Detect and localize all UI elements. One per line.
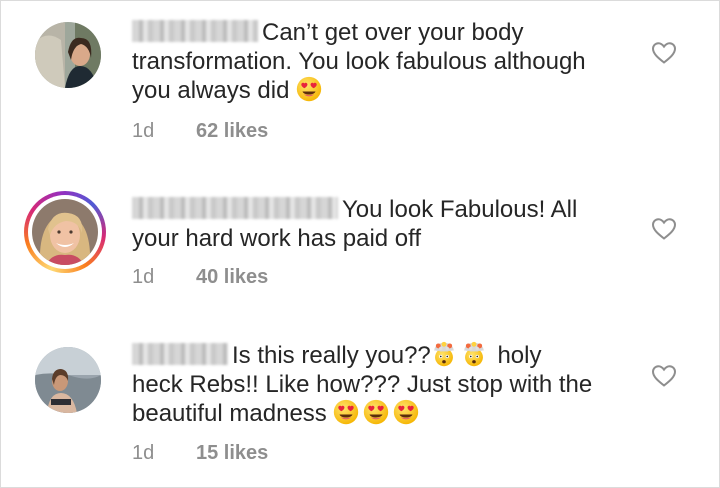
comment-text-line: Can’t get over your body xyxy=(262,19,524,46)
comment-text: You look Fabulous! All your hard work ha… xyxy=(132,195,632,253)
comment-meta: 1d 15 likes xyxy=(132,442,268,465)
heart-eyes-emoji xyxy=(363,399,389,425)
exploding-head-emoji xyxy=(431,341,457,367)
comment-meta: 1d 40 likes xyxy=(132,266,268,289)
avatar xyxy=(32,199,98,265)
heart-eyes-emoji xyxy=(333,399,359,425)
avatar[interactable] xyxy=(35,347,101,413)
username-blurred[interactable] xyxy=(132,20,258,42)
comment-text-line: you always did xyxy=(132,77,290,104)
comment-time: 1d xyxy=(132,442,155,464)
comment-text-line: holy xyxy=(497,342,542,369)
heart-outline-icon[interactable] xyxy=(651,364,677,388)
heart-outline-icon[interactable] xyxy=(651,41,677,65)
username-blurred[interactable] xyxy=(132,343,228,365)
comment-text-line: beautiful madness xyxy=(132,400,327,427)
exploding-head-emoji xyxy=(461,341,487,367)
avatar[interactable] xyxy=(35,22,101,88)
comment-time: 1d xyxy=(132,120,155,142)
likes-count[interactable]: 62 likes xyxy=(196,120,268,142)
comment-text-line: heck Rebs!! Like how??? Just stop with t… xyxy=(132,371,593,398)
username-blurred[interactable] xyxy=(132,197,338,219)
comment-text: Is this really you?? holy heck Rebs!! Li… xyxy=(132,341,632,428)
heart-outline-icon[interactable] xyxy=(651,217,677,241)
likes-count[interactable]: 15 likes xyxy=(196,442,268,464)
likes-count[interactable]: 40 likes xyxy=(196,266,268,288)
comment-text: Can’t get over your body transformation.… xyxy=(132,18,632,105)
comment-text-line: Is this really you?? xyxy=(232,342,431,369)
heart-eyes-emoji xyxy=(393,399,419,425)
comment-text-line: You look Fabulous! All xyxy=(342,196,578,223)
heart-eyes-emoji xyxy=(296,76,322,102)
comment-text-line: your hard work has paid off xyxy=(132,225,422,252)
comment-text-line: transformation. You look fabulous althou… xyxy=(132,48,586,75)
story-ring[interactable] xyxy=(24,191,106,273)
comment-meta: 1d 62 likes xyxy=(132,120,268,143)
comment-time: 1d xyxy=(132,266,155,288)
